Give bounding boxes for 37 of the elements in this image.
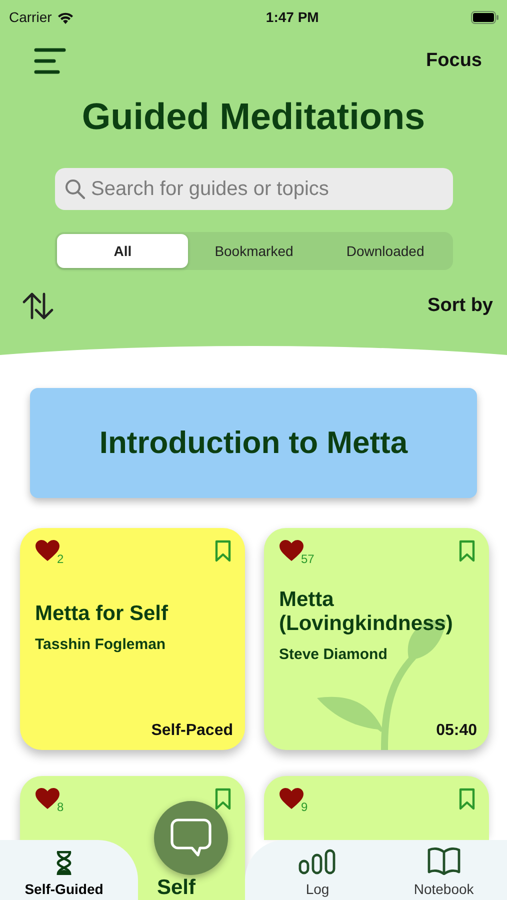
bookmark-icon[interactable] <box>215 788 231 810</box>
intro-banner[interactable]: Introduction to Metta <box>30 388 477 498</box>
like-count: 2 <box>57 552 64 566</box>
bar-chart-icon <box>298 849 336 875</box>
card-author: Tasshin Fogleman <box>35 636 167 654</box>
battery-icon <box>470 10 499 24</box>
meditation-card[interactable]: 57 Metta (Lovingkindness) Steve Diamond 05:40 <box>264 528 489 750</box>
meditation-card[interactable]: 2 Metta for Self Tasshin Fogleman Self-Paced <box>20 528 245 750</box>
tab-bar-item[interactable]: Notebook <box>380 840 507 900</box>
card-footer: Self-Paced <box>151 722 233 740</box>
bookmark-icon[interactable] <box>215 540 231 562</box>
bookmark-icon[interactable] <box>459 788 475 810</box>
bookmark-icon[interactable] <box>459 540 475 562</box>
card-title: Self <box>157 877 196 898</box>
carrier-label: Carrier <box>9 9 52 25</box>
segment-tab[interactable]: Downloaded <box>320 234 451 268</box>
like-count: 57 <box>301 552 314 566</box>
segment-tab[interactable]: Bookmarked <box>188 234 320 268</box>
card-footer: 05:40 <box>436 722 477 740</box>
sort-button[interactable]: Sort by <box>428 295 493 317</box>
card-author: Steve Diamond <box>279 646 388 664</box>
chat-bubble-icon <box>170 818 212 858</box>
card-title: Metta (Lovingkindness) <box>279 588 454 636</box>
segment-tab[interactable]: All <box>57 234 188 268</box>
like-count: 8 <box>57 800 64 814</box>
hourglass-icon <box>55 851 73 875</box>
tab-bar-item[interactable]: Log <box>254 840 381 900</box>
search-field[interactable]: Search for guides or topics <box>55 168 453 210</box>
card-title: Metta for Self <box>35 602 170 626</box>
like-count: 9 <box>301 800 308 814</box>
status-time: 1:47 PM <box>264 9 319 25</box>
menu-icon[interactable] <box>34 48 66 74</box>
sort-icon[interactable] <box>22 292 54 320</box>
book-icon <box>426 847 461 875</box>
wifi-icon <box>56 10 74 24</box>
page-title: Guided Meditations <box>80 96 426 138</box>
focus-button[interactable]: Focus <box>426 50 482 72</box>
